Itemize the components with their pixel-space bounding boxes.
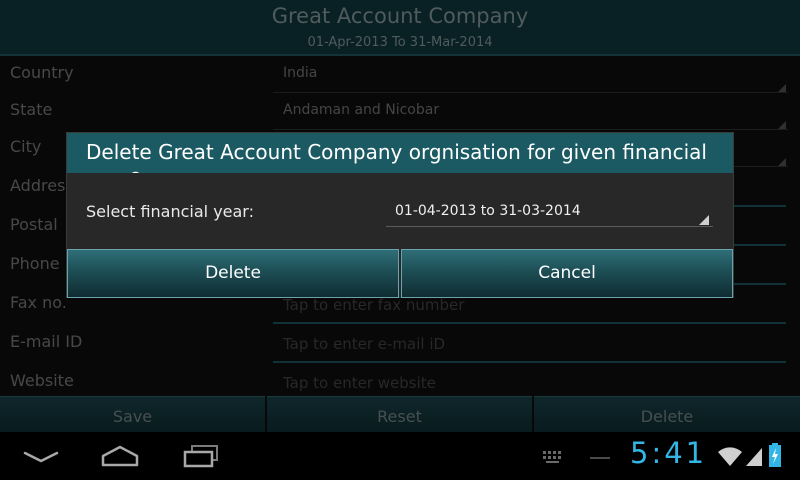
financial-year-value: 01-04-2013 to 31-03-2014 — [395, 203, 581, 219]
dash-icon — [590, 457, 610, 459]
financial-year-spinner[interactable]: 01-04-2013 to 31-03-2014 — [386, 195, 713, 227]
recent-apps-icon[interactable] — [182, 443, 220, 469]
wifi-icon — [718, 447, 742, 466]
dialog-title: Delete Great Account Company orgnisation… — [86, 140, 707, 173]
keyboard-icon[interactable] — [542, 450, 564, 464]
financial-year-label: Select financial year: — [86, 202, 254, 221]
back-icon[interactable] — [22, 448, 60, 464]
dialog-title-bar: Delete Great Account Company orgnisation… — [67, 133, 733, 173]
status-clock: 5:41 — [630, 436, 708, 470]
battery-icon — [769, 443, 781, 467]
system-bar: 5:41 — [0, 432, 800, 480]
dialog-cancel-button[interactable]: Cancel — [401, 249, 733, 298]
dropdown-arrow-icon — [699, 215, 709, 225]
spinner-underline — [386, 226, 713, 227]
home-icon[interactable] — [100, 444, 140, 468]
delete-dialog: Delete Great Account Company orgnisation… — [66, 132, 734, 298]
signal-icon — [746, 448, 762, 466]
dialog-delete-button[interactable]: Delete — [67, 249, 399, 298]
